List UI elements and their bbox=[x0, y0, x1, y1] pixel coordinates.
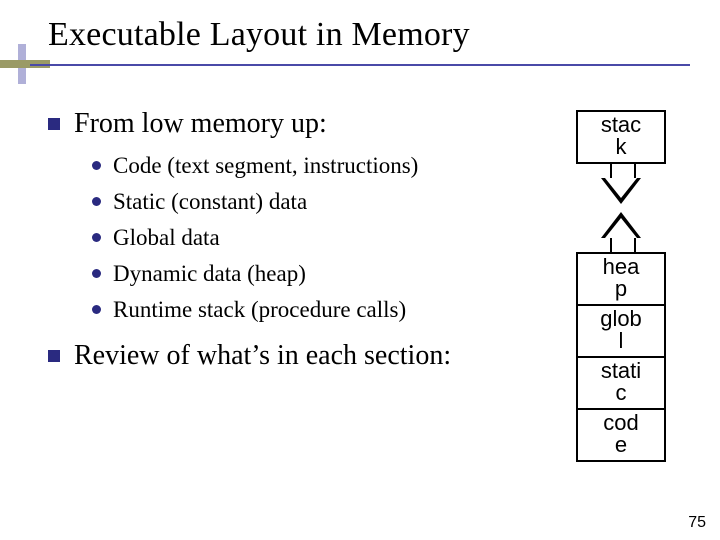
square-bullet-icon bbox=[48, 350, 60, 362]
bullet-text: From low memory up: bbox=[74, 106, 327, 141]
memory-box-heap: heap bbox=[576, 252, 666, 306]
arrow-up-icon bbox=[576, 208, 666, 252]
memory-box-code: code bbox=[576, 408, 666, 462]
arrow-down-icon bbox=[576, 164, 666, 208]
memory-label: heap bbox=[603, 254, 640, 301]
round-bullet-icon bbox=[92, 233, 101, 242]
slide-title: Executable Layout in Memory bbox=[48, 16, 470, 54]
bullet-text: Static (constant) data bbox=[113, 187, 307, 217]
bullet-level2: Dynamic data (heap) bbox=[92, 259, 520, 289]
bullet-level1: From low memory up: bbox=[48, 106, 520, 141]
slide: Executable Layout in Memory From low mem… bbox=[0, 0, 720, 540]
bullet-level2: Runtime stack (procedure calls) bbox=[92, 295, 520, 325]
bullet-text: Global data bbox=[113, 223, 220, 253]
memory-label: static bbox=[601, 358, 641, 405]
memory-box-static: static bbox=[576, 356, 666, 410]
square-bullet-icon bbox=[48, 118, 60, 130]
bullet-text: Review of what’s in each section: bbox=[74, 338, 451, 373]
memory-box-stack: stack bbox=[576, 110, 666, 164]
round-bullet-icon bbox=[92, 161, 101, 170]
page-number: 75 bbox=[688, 514, 706, 532]
bullet-level1: Review of what’s in each section: bbox=[48, 338, 520, 373]
bullet-level2-list: Code (text segment, instructions) Static… bbox=[92, 151, 520, 324]
memory-label: code bbox=[603, 410, 638, 457]
round-bullet-icon bbox=[92, 197, 101, 206]
round-bullet-icon bbox=[92, 269, 101, 278]
memory-label: stack bbox=[601, 112, 641, 159]
bullet-text: Code (text segment, instructions) bbox=[113, 151, 418, 181]
bullet-text: Runtime stack (procedure calls) bbox=[113, 295, 406, 325]
bullet-level2: Global data bbox=[92, 223, 520, 253]
bullet-level2: Code (text segment, instructions) bbox=[92, 151, 520, 181]
title-underline bbox=[30, 64, 690, 66]
bullet-level2: Static (constant) data bbox=[92, 187, 520, 217]
memory-label: globl bbox=[600, 306, 642, 353]
slide-body: From low memory up: Code (text segment, … bbox=[48, 100, 520, 383]
bullet-text: Dynamic data (heap) bbox=[113, 259, 306, 289]
memory-layout-diagram: stack heap globl static code bbox=[576, 110, 666, 462]
round-bullet-icon bbox=[92, 305, 101, 314]
memory-box-global: globl bbox=[576, 304, 666, 358]
